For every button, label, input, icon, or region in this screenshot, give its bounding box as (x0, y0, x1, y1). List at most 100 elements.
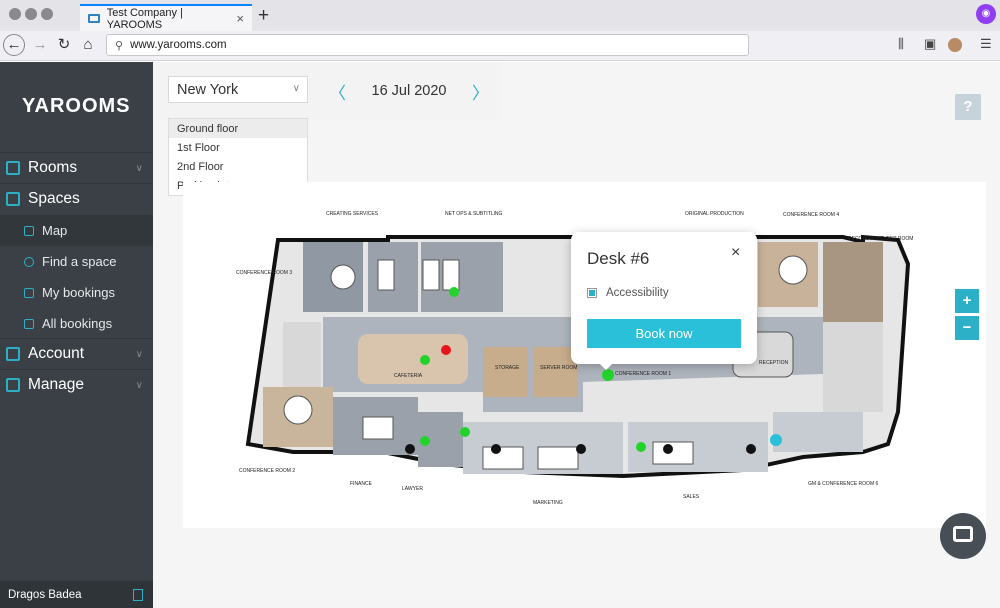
window-close-dot[interactable] (9, 8, 21, 20)
sidebar-item-my-bookings[interactable]: My bookings (0, 277, 153, 308)
room-storage[interactable] (483, 347, 528, 397)
desk-block (377, 259, 395, 291)
desk-marker-available[interactable] (460, 427, 470, 437)
nav-section-label: Rooms (28, 159, 78, 176)
desk-marker-available[interactable] (420, 355, 430, 365)
sidebar-item-label: All bookings (42, 316, 113, 331)
sidebar-item-label: Find a space (42, 254, 117, 269)
desk-marker-available[interactable] (420, 436, 430, 446)
nav-section-account[interactable]: Account ∨ (0, 338, 153, 369)
chevron-down-icon: ∨ (135, 348, 143, 360)
floor-option-ground[interactable]: Ground floor (169, 119, 307, 138)
tab-strip: Test Company | YAROOMS × + ◉ (0, 0, 1000, 31)
desk-marker-unavailable (491, 444, 501, 454)
nav-section-label: Spaces (28, 190, 80, 207)
browser-account-avatar[interactable] (948, 38, 962, 52)
sidebar-item-label: My bookings (42, 285, 115, 300)
search-icon: ⚲ (115, 39, 124, 52)
desk-block (442, 259, 460, 291)
desk-marker-unavailable (576, 444, 586, 454)
chevron-down-icon: ∨ (292, 83, 300, 94)
chevron-down-icon: ∨ (135, 379, 143, 391)
grid-icon (6, 192, 20, 206)
private-browsing-icon: ◉ (976, 4, 996, 24)
yarooms-logo[interactable]: YAROOMS (22, 95, 131, 118)
nav-section-manage[interactable]: Manage ∨ (0, 369, 153, 400)
desk-block (422, 259, 440, 291)
accessibility-checkbox-icon (587, 288, 597, 298)
logout-icon[interactable] (133, 589, 143, 601)
floor-option-1st[interactable]: 1st Floor (169, 138, 307, 157)
nav-section-spaces[interactable]: Spaces (0, 183, 153, 214)
new-tab-button[interactable]: + (258, 4, 269, 28)
url-bar[interactable]: ⚲ www.yarooms.com (106, 34, 749, 56)
room-gm-conference[interactable] (773, 412, 863, 452)
chat-button[interactable] (940, 513, 986, 559)
map-label-lawyer: LAWYER (402, 486, 423, 492)
manage-icon (6, 378, 20, 392)
floor-option-2nd[interactable]: 2nd Floor (169, 157, 307, 176)
round-table (330, 264, 356, 290)
map-label-conference-1: CONFERENCE ROOM 1 (615, 371, 671, 377)
room-recording[interactable] (823, 242, 883, 322)
tab-title: Test Company | YAROOMS (106, 6, 183, 31)
next-day-button[interactable]: 〉 (472, 79, 489, 104)
previous-day-button[interactable]: 〈 (329, 79, 346, 104)
account-icon (6, 347, 20, 361)
nav-section-label: Account (28, 345, 85, 362)
browser-tab[interactable]: Test Company | YAROOMS × (80, 4, 252, 31)
sidebar-item-map[interactable]: Map (0, 215, 153, 246)
desk-block (362, 416, 394, 440)
library-icon[interactable]: ⫼ (898, 36, 904, 52)
desk-marker-selected-room[interactable] (770, 434, 782, 446)
url-text: www.yarooms.com (130, 39, 227, 51)
zoom-in-button[interactable]: + (955, 289, 979, 313)
close-icon[interactable]: × (731, 244, 740, 262)
map-label-conference-4: CONFERENCE ROOM 4 (783, 212, 839, 218)
map-label-sales: SALES (683, 494, 700, 500)
desk-marker-unavailable (746, 444, 756, 454)
sidebar-toggle-icon[interactable]: ▣ (924, 36, 936, 52)
map-label-original-production: ORIGINAL PRODUCTION (685, 211, 744, 217)
app-sidebar: YAROOMS Rooms ∨ Spaces Map Find a space … (0, 62, 153, 608)
zoom-out-button[interactable]: − (955, 316, 979, 340)
map-label-creating-services: CREATING SERVICES (326, 211, 379, 217)
desk-block (652, 441, 694, 465)
sidebar-item-find-a-space[interactable]: Find a space (0, 246, 153, 277)
help-button[interactable]: ? (955, 94, 981, 120)
desk-popup: Desk #6 × Accessibility Book now (571, 232, 757, 371)
reload-button[interactable]: ↻ (52, 33, 76, 57)
desk-6-marker[interactable] (602, 369, 614, 381)
nav-section-label: Manage (28, 376, 85, 393)
bookings-icon (24, 318, 34, 329)
sidebar-item-all-bookings[interactable]: All bookings (0, 308, 153, 339)
map-label-net-ops: NET OPS & SUBTITLING (445, 211, 503, 217)
sidebar-item-label: Map (42, 223, 68, 238)
user-footer: Dragos Badea (0, 581, 153, 608)
home-button[interactable]: ⌂ (76, 33, 100, 57)
chevron-down-icon: ∨ (135, 162, 143, 174)
nav-section-rooms[interactable]: Rooms ∨ (0, 152, 153, 183)
desk-marker-booked[interactable] (441, 345, 451, 355)
map-label-marketing: MARKETING (533, 500, 563, 506)
bookings-icon (24, 287, 34, 298)
book-now-button[interactable]: Book now (587, 319, 741, 348)
feature-label: Accessibility (606, 287, 669, 299)
map-label-server-room: SERVER ROOM (540, 365, 577, 371)
desk-marker-available[interactable] (636, 442, 646, 452)
forward-button[interactable]: → (28, 33, 52, 57)
map-label-storage: STORAGE (495, 365, 520, 371)
city-select[interactable]: New York ∨ (168, 76, 308, 103)
map-label-reception: RECEPTION (759, 360, 789, 366)
window-zoom-dot[interactable] (41, 8, 53, 20)
close-tab-icon[interactable]: × (236, 11, 244, 26)
map-label-conference-2: CONFERENCE ROOM 2 (239, 468, 295, 474)
menu-icon[interactable]: ☰ (980, 36, 992, 52)
desk-marker-available[interactable] (449, 287, 459, 297)
room-restrooms-west (283, 322, 321, 392)
door-icon (6, 161, 20, 175)
desk-block (537, 446, 579, 470)
window-minimize-dot[interactable] (25, 8, 37, 20)
back-button[interactable]: ← (3, 34, 25, 56)
date-navigator: 〈 16 Jul 2020 〉 (329, 79, 489, 103)
